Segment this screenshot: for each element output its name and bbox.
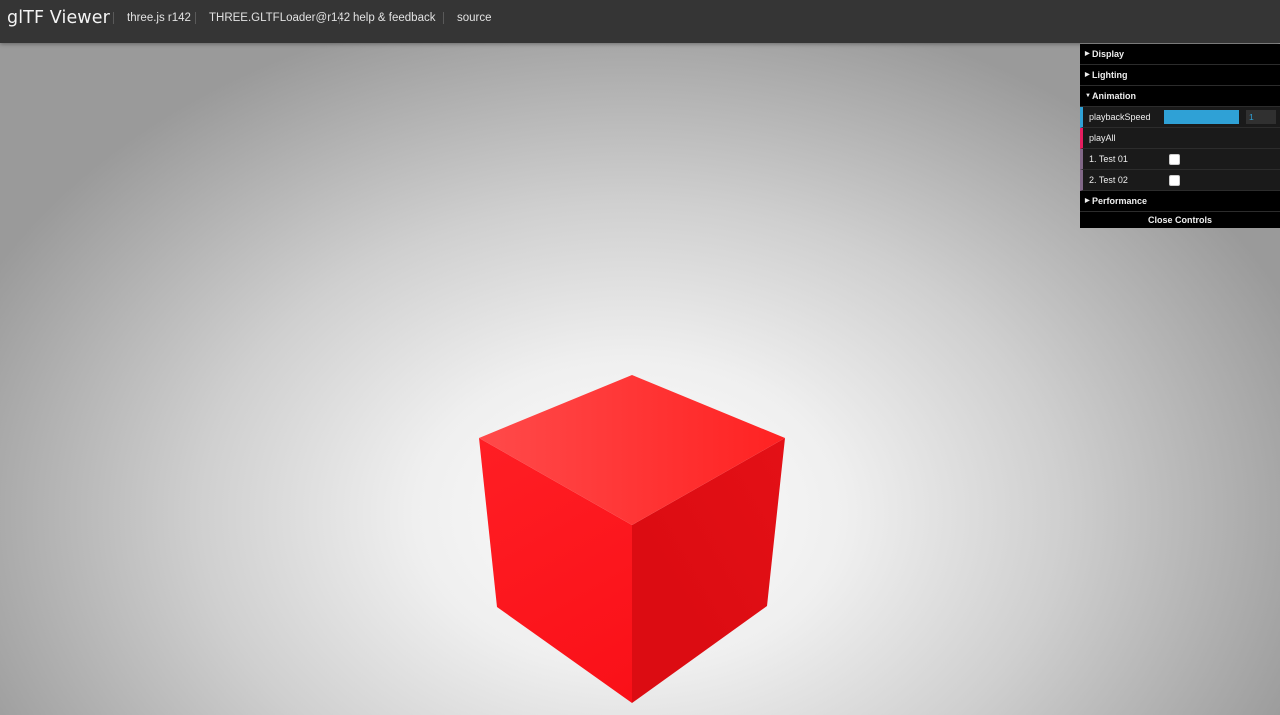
caret-right-icon: ▶ [1085, 51, 1090, 57]
nav-divider [443, 12, 444, 24]
red-cube [479, 375, 785, 703]
clip-label: 2. Test 02 [1089, 175, 1128, 185]
controls-panel: ▶ Display ▶ Lighting ▼ Animation playbac… [1080, 44, 1280, 228]
folder-animation[interactable]: ▼ Animation [1080, 86, 1280, 107]
clip-label: 1. Test 01 [1089, 154, 1128, 164]
clip-checkbox[interactable] [1169, 175, 1180, 186]
header-bar: glTF Viewer three.js r142 THREE.GLTFLoad… [0, 0, 1280, 43]
nav-divider [195, 12, 196, 24]
clip-row: 1. Test 01 [1080, 149, 1280, 170]
folder-lighting[interactable]: ▶ Lighting [1080, 65, 1280, 86]
nav-link-help[interactable]: help & feedback [353, 12, 435, 24]
caret-right-icon: ▶ [1085, 198, 1090, 204]
app-root: glTF Viewer three.js r142 THREE.GLTFLoad… [0, 0, 1280, 715]
playback-speed-slider-fill [1164, 110, 1239, 124]
nav-link-gltfloader[interactable]: THREE.GLTFLoader@r142 [209, 12, 350, 24]
playback-speed-label: playbackSpeed [1089, 112, 1151, 122]
folder-performance[interactable]: ▶ Performance [1080, 191, 1280, 212]
folder-display-label: Display [1092, 49, 1125, 59]
folder-lighting-label: Lighting [1092, 70, 1128, 80]
folder-performance-label: Performance [1092, 196, 1148, 206]
folder-animation-label: Animation [1092, 91, 1136, 101]
nav-divider [113, 12, 114, 24]
clip-checkbox[interactable] [1169, 154, 1180, 165]
nav-link-threejs[interactable]: three.js r142 [127, 12, 191, 24]
play-all-label: playAll [1089, 133, 1116, 143]
app-title: glTF Viewer [7, 8, 110, 28]
playback-speed-input[interactable]: 1 [1246, 110, 1276, 124]
caret-right-icon: ▶ [1085, 72, 1090, 78]
play-all-button[interactable]: playAll [1080, 128, 1280, 149]
folder-display[interactable]: ▶ Display [1080, 44, 1280, 65]
nav-divider [339, 12, 340, 24]
playback-speed-slider[interactable] [1164, 110, 1239, 124]
caret-down-icon: ▼ [1085, 93, 1091, 99]
clip-row: 2. Test 02 [1080, 170, 1280, 191]
close-controls-button[interactable]: Close Controls [1080, 212, 1280, 228]
playback-speed-row: playbackSpeed 1 [1080, 107, 1280, 128]
nav-link-source[interactable]: source [457, 12, 492, 24]
